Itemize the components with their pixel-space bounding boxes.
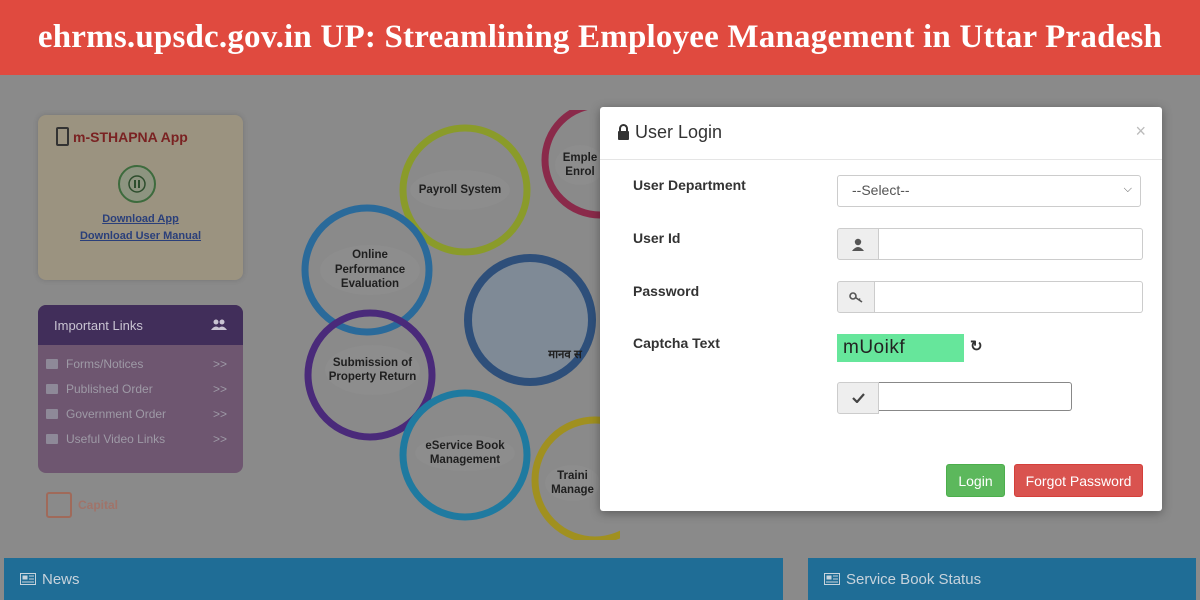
important-link-arrow: >>	[212, 431, 227, 446]
password-input[interactable]	[875, 281, 1143, 313]
important-link-arrow: >>	[212, 356, 227, 371]
app-logo	[118, 165, 156, 203]
department-label: User Department	[633, 177, 746, 193]
newspaper-icon	[824, 573, 840, 585]
key-icon	[837, 281, 875, 313]
chart-logo-icon	[46, 492, 72, 518]
emblem-icon	[128, 175, 146, 193]
forgot-password-button[interactable]: Forgot Password	[1014, 464, 1143, 497]
user-login-modal: User Login × User Department --Select-- …	[600, 107, 1162, 511]
bubble-property: Submission of Property Return	[325, 345, 420, 395]
department-select-value: --Select--	[852, 182, 910, 198]
important-link-arrow: >>	[212, 406, 227, 421]
app-card-title: m-STHAPNA App	[56, 127, 188, 146]
captcha-label: Captcha Text	[633, 335, 720, 351]
important-links-header: Important Links	[38, 305, 243, 345]
capital-logo: Capital	[46, 490, 141, 520]
list-icon	[46, 408, 58, 419]
important-link-label: Published Order	[66, 381, 153, 396]
msthapna-app-card: m-STHAPNA App Download App Download User…	[38, 115, 243, 280]
captcha-image: mUoikf	[837, 334, 964, 362]
list-icon	[46, 383, 58, 394]
lock-icon	[618, 123, 629, 140]
important-links-title: Important Links	[54, 317, 143, 333]
bubble-eservice: eService Book Management	[415, 435, 515, 471]
list-icon	[46, 433, 58, 444]
list-icon	[46, 358, 58, 369]
important-links-card: Important Links Forms/Notices >> Publishe…	[38, 305, 243, 473]
important-link-label: Useful Video Links	[66, 431, 166, 446]
modal-title: User Login	[618, 122, 722, 143]
service-book-status-title: Service Book Status	[846, 570, 982, 588]
download-app-link[interactable]: Download App	[38, 213, 243, 225]
refresh-icon[interactable]: ↻	[970, 337, 983, 355]
phone-icon	[56, 127, 69, 146]
bubble-training: Traini Manage	[545, 465, 600, 501]
important-link-label: Government Order	[66, 406, 167, 421]
bubble-performance: Online Performance Evaluation	[320, 245, 420, 295]
page-banner: ehrms.upsdc.gov.in UP: Streamlining Empl…	[0, 0, 1200, 75]
banner-title: ehrms.upsdc.gov.in UP: Streamlining Empl…	[37, 19, 1163, 55]
news-title: News	[42, 570, 80, 588]
password-label: Password	[633, 283, 700, 299]
app-card-title-text: m-STHAPNA App	[73, 128, 188, 145]
newspaper-icon	[20, 573, 36, 585]
check-icon	[837, 382, 879, 414]
department-select[interactable]: --Select-- ⌵	[837, 175, 1141, 207]
important-link-item[interactable]: Useful Video Links >>	[38, 426, 243, 451]
capital-logo-text: Capital	[78, 498, 119, 512]
users-icon	[211, 319, 227, 330]
login-button[interactable]: Login	[946, 464, 1005, 497]
user-id-input[interactable]	[879, 228, 1143, 260]
bubble-center-text: मानव स	[548, 348, 582, 361]
chevron-down-icon: ⌵	[1123, 183, 1132, 195]
news-bar[interactable]: News	[4, 558, 783, 600]
important-link-item[interactable]: Published Order >>	[38, 376, 243, 401]
service-book-status-bar[interactable]: Service Book Status	[808, 558, 1196, 600]
important-link-label: Forms/Notices	[66, 356, 144, 371]
important-link-item[interactable]: Government Order >>	[38, 401, 243, 426]
important-link-item[interactable]: Forms/Notices >>	[38, 351, 243, 376]
user-icon	[837, 228, 879, 260]
captcha-input[interactable]	[879, 382, 1072, 411]
download-user-manual-link[interactable]: Download User Manual	[38, 230, 243, 242]
modal-header: User Login ×	[600, 107, 1162, 160]
close-icon[interactable]: ×	[1135, 121, 1146, 142]
bubble-enrolment: Emple Enrol	[555, 145, 605, 185]
modal-title-text: User Login	[635, 122, 723, 142]
user-id-label: User Id	[633, 230, 681, 246]
bubble-payroll: Payroll System	[410, 170, 510, 210]
important-link-arrow: >>	[212, 381, 227, 396]
